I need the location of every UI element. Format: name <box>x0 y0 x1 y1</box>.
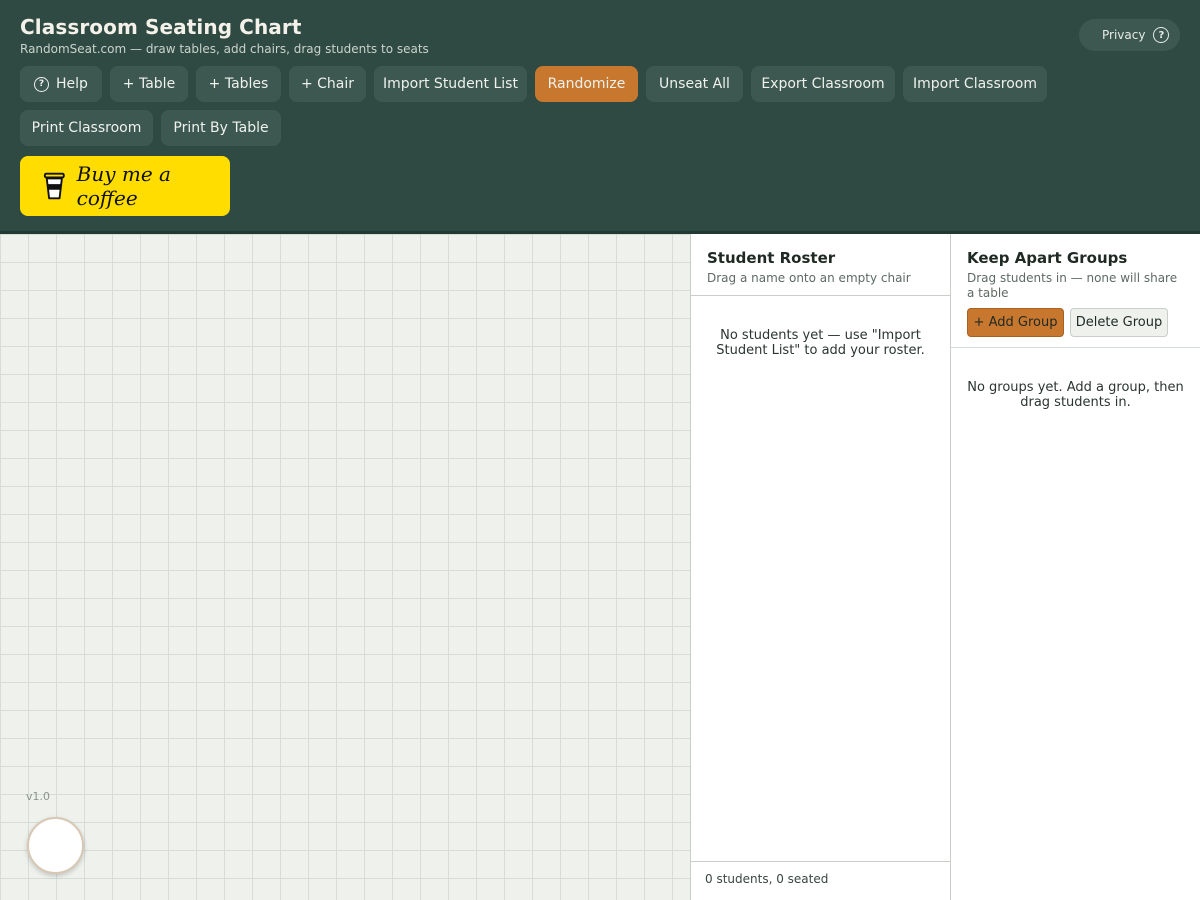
import-student-list-button[interactable]: Import Student List <box>374 66 527 102</box>
privacy-label: Privacy <box>1102 28 1146 42</box>
version-label: v1.0 <box>26 790 51 803</box>
export-classroom-button[interactable]: Export Classroom <box>751 66 895 102</box>
help-icon: ? <box>34 76 50 92</box>
keep-apart-groups-panel: Keep Apart Groups Drag students in — non… <box>951 234 1200 900</box>
add-chair-button[interactable]: + Chair <box>289 66 366 102</box>
buy-me-a-coffee-button[interactable]: Buy me a coffee <box>20 156 230 216</box>
delete-group-button[interactable]: Delete Group <box>1070 308 1168 337</box>
app-title: Classroom Seating Chart <box>20 15 302 39</box>
student-roster-panel: Student Roster Drag a name onto an empty… <box>690 234 951 900</box>
roster-title: Student Roster <box>707 249 836 267</box>
help-button[interactable]: ? Help <box>20 66 102 102</box>
add-table-button[interactable]: + Table <box>110 66 188 102</box>
question-circle-icon: ? <box>1153 27 1170 43</box>
classroom-canvas[interactable]: v1.0 <box>0 234 690 900</box>
groups-divider <box>951 347 1200 348</box>
app-subtitle: RandomSeat.com — draw tables, add chairs… <box>20 42 429 56</box>
privacy-button[interactable]: Privacy ? <box>1079 19 1180 51</box>
help-label: Help <box>56 76 88 92</box>
buy-me-a-coffee-label: Buy me a coffee <box>76 162 171 210</box>
print-by-table-button[interactable]: Print By Table <box>161 110 281 146</box>
add-group-button[interactable]: + Add Group <box>967 308 1064 337</box>
roster-status: 0 students, 0 seated <box>705 872 829 886</box>
unseat-all-button[interactable]: Unseat All <box>646 66 743 102</box>
import-classroom-button[interactable]: Import Classroom <box>903 66 1047 102</box>
floating-action-button[interactable] <box>27 817 84 874</box>
app-header: Classroom Seating Chart RandomSeat.com —… <box>0 0 1200 232</box>
roster-subtitle: Drag a name onto an empty chair <box>707 271 911 285</box>
roster-divider <box>691 295 950 296</box>
roster-empty-message: No students yet — use "Import Student Li… <box>716 328 925 358</box>
roster-footer-divider <box>691 861 950 862</box>
add-tables-button[interactable]: + Tables <box>196 66 281 102</box>
coffee-cup-icon <box>43 172 65 200</box>
randomize-button[interactable]: Randomize <box>535 66 638 102</box>
groups-title: Keep Apart Groups <box>967 249 1128 267</box>
groups-subtitle: Drag students in — none will share a tab… <box>967 271 1178 300</box>
print-classroom-button[interactable]: Print Classroom <box>20 110 153 146</box>
groups-empty-message: No groups yet. Add a group, then drag st… <box>967 380 1184 410</box>
